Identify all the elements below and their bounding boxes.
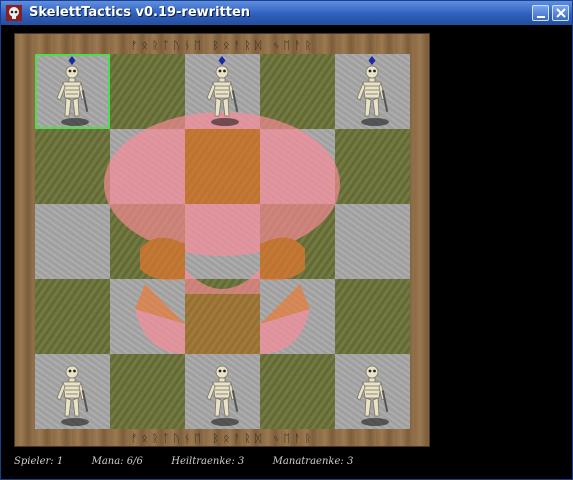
board-cell-b3[interactable] <box>110 204 185 279</box>
healing-potions-label: Heiltraenke: <box>171 456 235 467</box>
board-cell-e3[interactable] <box>335 204 410 279</box>
mana-potions-label: Manatraenke: <box>272 456 344 467</box>
skull-app-icon <box>6 5 22 21</box>
healing-potions-value: 3 <box>237 456 245 467</box>
mana-value: 6/6 <box>126 456 143 467</box>
board-cell-d1[interactable] <box>260 354 335 429</box>
board-cell-a3[interactable] <box>35 204 110 279</box>
window-title: SkelettTactics v0.19-rewritten <box>29 5 251 20</box>
player-value: 1 <box>56 456 64 467</box>
board-cell-b2[interactable] <box>110 279 185 354</box>
game-board-grid[interactable] <box>35 54 410 429</box>
board-cell-e4[interactable] <box>335 129 410 204</box>
player-skeleton-icon[interactable] <box>185 354 260 429</box>
board-runes-top: ᚠᛟᚱᛏᚢᚾᛖ ᛒᛟᚨᚱᛞ ᛃᛖᚨᚱ <box>130 39 316 52</box>
mana-potions-value: 3 <box>346 456 354 467</box>
board-cell-e2[interactable] <box>335 279 410 354</box>
mana-label: Mana: <box>91 456 124 467</box>
board-cell-d2[interactable] <box>260 279 335 354</box>
enemy-skeleton-icon[interactable] <box>35 54 110 129</box>
board-cell-c3[interactable] <box>185 204 260 279</box>
board-cell-d5[interactable] <box>260 54 335 129</box>
close-button[interactable] <box>552 5 569 21</box>
player-skeleton-icon[interactable] <box>335 354 410 429</box>
board-cell-c2[interactable] <box>185 279 260 354</box>
board-cell-d4[interactable] <box>260 129 335 204</box>
player-label: Spieler: <box>14 456 54 467</box>
enemy-skeleton-icon[interactable] <box>335 54 410 129</box>
board-cell-b4[interactable] <box>110 129 185 204</box>
board-runes-bottom: ᚠᛟᚱᛏᚢᚾᛖ ᛒᛟᚨᚱᛞ ᛃᛖᚨᚱ <box>130 432 316 445</box>
board-cell-a4[interactable] <box>35 129 110 204</box>
title-bar[interactable]: SkelettTactics v0.19-rewritten <box>1 1 572 25</box>
board-cell-a2[interactable] <box>35 279 110 354</box>
board-cell-b1[interactable] <box>110 354 185 429</box>
enemy-skeleton-icon[interactable] <box>185 54 260 129</box>
board-cell-b5[interactable] <box>110 54 185 129</box>
minimize-button[interactable] <box>532 5 549 21</box>
game-board-frame: ᚠᛟᚱᛏᚢᚾᛖ ᛒᛟᚨᚱᛞ ᛃᛖᚨᚱ ᚠᛟᚱᛏᚢᚾᛖ ᛒᛟᚨᚱᛞ ᛃᛖᚨᚱ <box>14 33 430 447</box>
board-cell-c4[interactable] <box>185 129 260 204</box>
status-bar: Spieler: 1 Mana: 6/6 Heiltraenke: 3 Mana… <box>14 456 353 470</box>
player-skeleton-icon[interactable] <box>35 354 110 429</box>
board-cell-d3[interactable] <box>260 204 335 279</box>
game-window: SkelettTactics v0.19-rewritten ᚠᛟᚱᛏᚢᚾᛖ ᛒ… <box>0 0 573 480</box>
